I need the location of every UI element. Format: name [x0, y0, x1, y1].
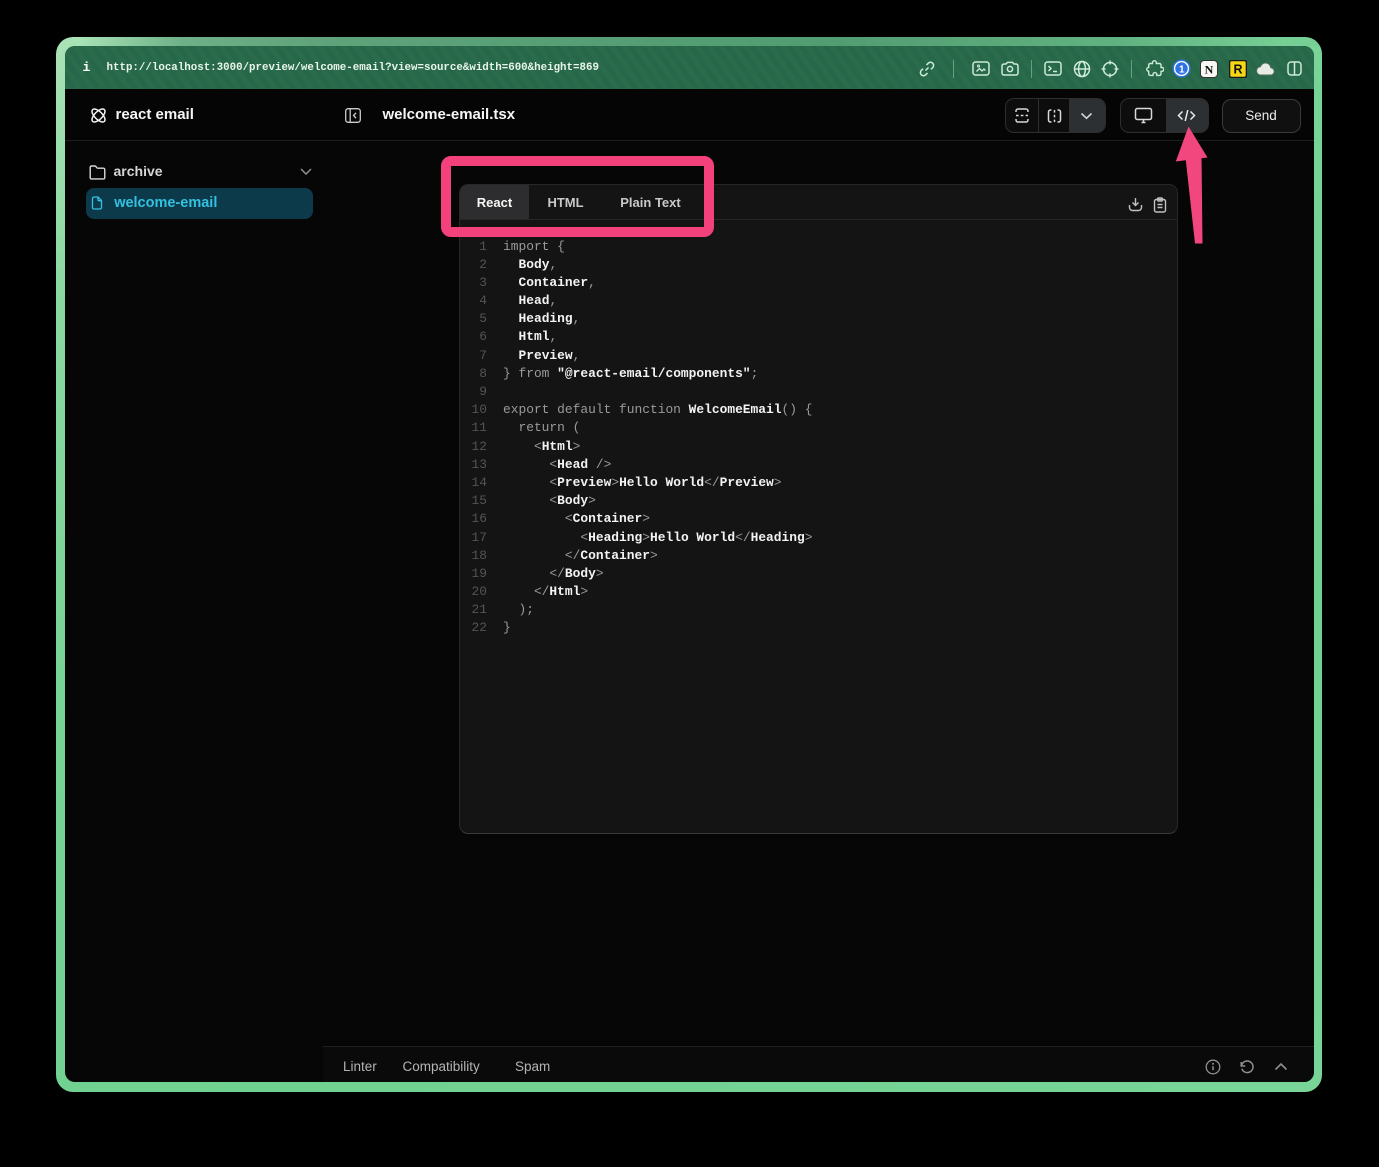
- svg-text:1: 1: [1179, 64, 1185, 75]
- svg-text:R: R: [1233, 62, 1242, 76]
- svg-text:N: N: [1205, 62, 1214, 76]
